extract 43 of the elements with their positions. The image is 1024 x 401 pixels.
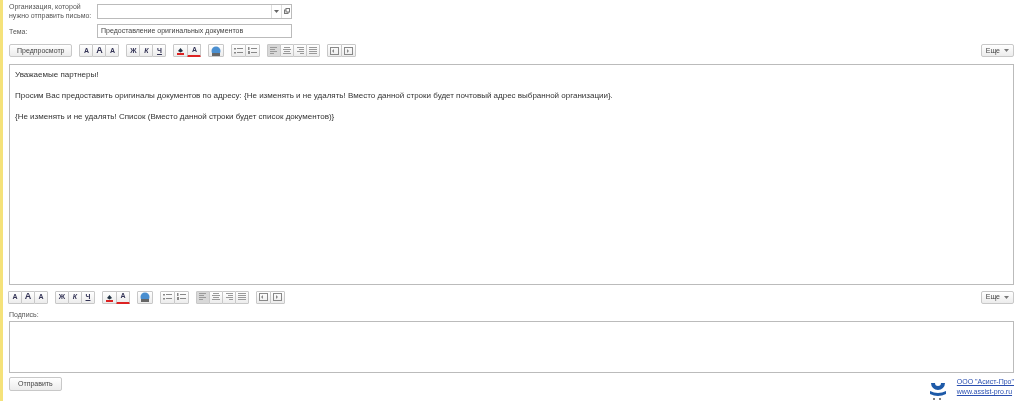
increase-font-button[interactable]: A	[21, 290, 35, 304]
signature-field[interactable]	[9, 321, 1014, 373]
bullet-list-button[interactable]	[231, 44, 247, 58]
numbered-list-button[interactable]	[245, 44, 261, 58]
outdent-button[interactable]	[327, 44, 343, 58]
align-center-button[interactable]	[209, 290, 223, 304]
increase-font-button[interactable]: A	[92, 44, 107, 58]
fill-color-button[interactable]	[173, 44, 189, 58]
indent-button[interactable]	[341, 44, 357, 58]
align-right-button[interactable]	[293, 44, 308, 58]
indent-button[interactable]	[270, 290, 285, 304]
align-justify-button[interactable]	[235, 290, 249, 304]
align-center-icon	[212, 293, 220, 302]
fill-color-icon	[105, 292, 114, 302]
align-justify-icon	[309, 46, 318, 55]
open-form-icon[interactable]	[281, 4, 291, 18]
align-left-button[interactable]	[267, 44, 282, 58]
align-center-button[interactable]	[280, 44, 295, 58]
indent-icon	[273, 293, 282, 302]
align-right-icon	[296, 46, 305, 55]
caret-icon	[1004, 295, 1009, 299]
align-left-icon	[270, 46, 279, 55]
editor-paragraph: Просим Вас предоставить оригиналы документов по адресу: {Не изменять и не удалять! Вместо данной строки будет почтовый адрес выбранной организации}.	[15, 89, 614, 102]
outdent-icon	[259, 293, 268, 302]
indent-icon	[344, 46, 354, 55]
bullet-list-icon	[163, 293, 172, 302]
bullet-list-icon	[234, 46, 244, 55]
align-center-icon	[283, 46, 292, 55]
dropdown-arrow-icon[interactable]	[271, 4, 281, 18]
numbered-list-button[interactable]	[174, 290, 189, 304]
editor-paragraph: {Не изменять и не удалять! Список (Вместо данной строки будет список документов)}	[15, 110, 336, 123]
editor-paragraph: Уважаемые партнеры!	[15, 68, 100, 81]
align-justify-icon	[238, 293, 246, 302]
fill-color-icon	[176, 46, 186, 56]
align-left-button[interactable]	[196, 290, 210, 304]
numbered-list-icon	[248, 46, 258, 55]
caret-icon	[1004, 49, 1009, 53]
align-right-icon	[225, 293, 233, 302]
align-left-icon	[199, 293, 207, 302]
outdent-icon	[330, 46, 340, 55]
numbered-list-icon	[177, 293, 186, 302]
align-justify-button[interactable]	[306, 44, 321, 58]
align-right-button[interactable]	[222, 290, 236, 304]
